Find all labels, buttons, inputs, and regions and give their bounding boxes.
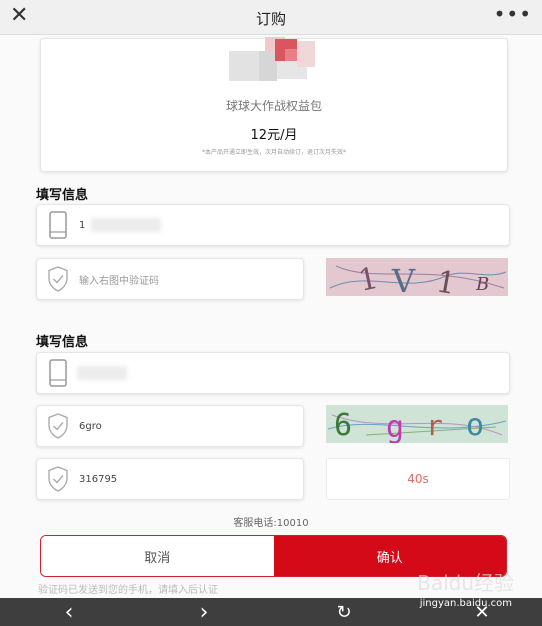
product-note: *本产品开通立即生效，次月自动续订，退订次月失效* bbox=[201, 149, 346, 156]
page-title: 订购 bbox=[255, 10, 286, 28]
masked-number bbox=[77, 366, 127, 380]
svg-text:1: 1 bbox=[355, 261, 381, 296]
svg-text:B: B bbox=[475, 274, 489, 295]
phone-icon bbox=[45, 357, 71, 389]
svg-text:V: V bbox=[391, 262, 416, 296]
svg-text:r: r bbox=[426, 409, 443, 442]
countdown-button[interactable]: 40s bbox=[326, 458, 510, 500]
captcha-image-1[interactable]: 1 V 1 B bbox=[326, 258, 508, 296]
watermark-url: jingyan.baidu.com bbox=[419, 598, 512, 609]
sms-code-input[interactable]: 316795 bbox=[36, 458, 304, 500]
captcha-input-2[interactable]: 6gro bbox=[36, 405, 304, 447]
sms-hint: 验证码已发送到您的手机，请填入后认证 bbox=[38, 585, 218, 596]
more-icon[interactable]: ••• bbox=[494, 2, 532, 26]
shield-icon bbox=[45, 263, 71, 295]
section-title-1: 填写信息 bbox=[36, 188, 89, 203]
forward-icon[interactable]: › bbox=[190, 598, 218, 626]
captcha-value: 6gro bbox=[79, 420, 102, 432]
svg-text:o: o bbox=[466, 408, 484, 443]
refresh-icon[interactable]: ↻ bbox=[330, 598, 358, 626]
captcha-input-1[interactable]: 输入右图中验证码 bbox=[36, 258, 304, 300]
svg-text:g: g bbox=[386, 410, 404, 443]
cancel-button[interactable]: 取消 bbox=[41, 536, 274, 576]
section-title-2: 填写信息 bbox=[36, 335, 89, 350]
phone-value: 1 bbox=[79, 218, 162, 232]
product-price: 12元/月 bbox=[250, 128, 298, 143]
svg-text:6: 6 bbox=[334, 408, 352, 443]
title-bar: ✕ 订购 ••• bbox=[0, 0, 542, 35]
product-name: 球球大作战权益包 bbox=[225, 99, 322, 113]
shield-icon bbox=[45, 410, 71, 442]
svg-text:1: 1 bbox=[434, 264, 459, 296]
product-logo bbox=[229, 33, 321, 91]
back-icon[interactable]: ‹ bbox=[55, 598, 83, 626]
captcha-placeholder: 输入右图中验证码 bbox=[79, 275, 159, 287]
phone-icon bbox=[45, 209, 71, 241]
sms-code-value: 316795 bbox=[79, 473, 118, 485]
phone-field-1[interactable]: 1 bbox=[36, 204, 510, 246]
watermark-text: Baidu经验 bbox=[417, 571, 514, 595]
phone-field-2[interactable] bbox=[36, 352, 510, 394]
captcha-image-2[interactable]: 6 g r o bbox=[326, 405, 508, 443]
product-card: 球球大作战权益包 12元/月 *本产品开通立即生效，次月自动续订，退订次月失效* bbox=[40, 37, 508, 172]
masked-number bbox=[91, 218, 162, 232]
service-phone: 客服电话:10010 bbox=[233, 518, 309, 529]
shield-icon bbox=[45, 463, 71, 495]
